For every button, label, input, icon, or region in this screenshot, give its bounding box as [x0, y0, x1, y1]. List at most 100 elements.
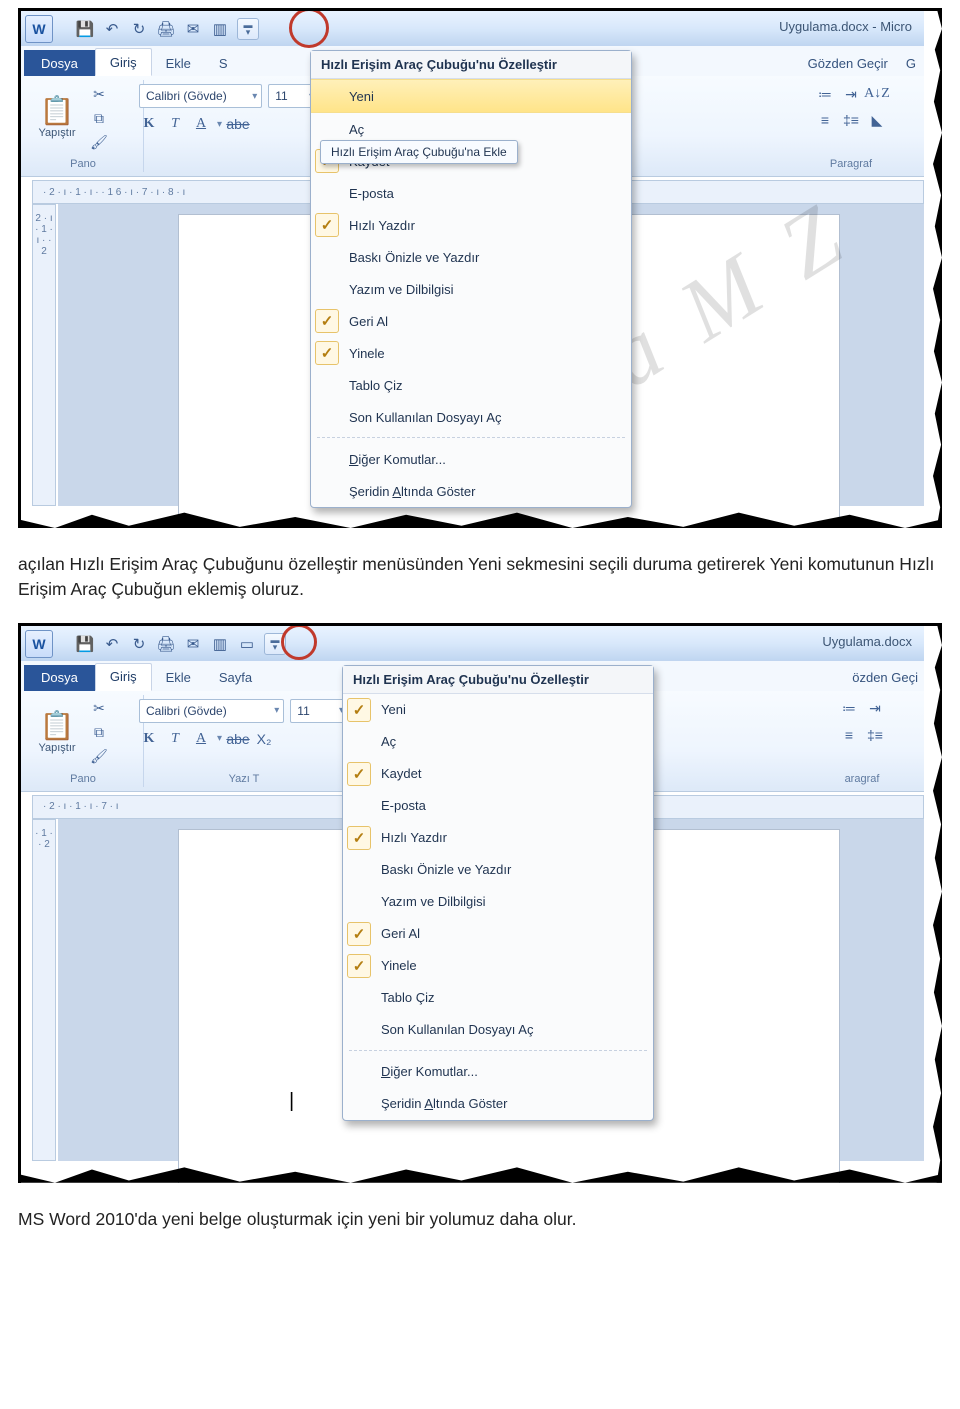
save-icon[interactable]: 💾 — [75, 634, 95, 654]
cut-icon[interactable]: ✂ — [89, 699, 109, 719]
strike-button[interactable]: abe — [228, 114, 248, 134]
format-painter-icon[interactable]: 🖌 — [89, 747, 109, 767]
cut-icon[interactable]: ✂ — [89, 84, 109, 104]
line-spacing-icon[interactable]: ‡≡ — [841, 110, 861, 130]
check-icon — [315, 373, 339, 397]
word-logo-button[interactable]: W — [25, 15, 53, 43]
paste-button[interactable]: 📋 Yapıştır — [31, 712, 83, 754]
qat-menu-item[interactable]: Yazım ve Dilbilgisi — [343, 886, 653, 918]
qat-menu-item[interactable]: ✓ Geri Al — [343, 918, 653, 950]
format-painter-icon[interactable]: 🖌 — [89, 132, 109, 152]
qat-menu-item[interactable]: ✓Geri Al — [311, 305, 631, 337]
print-icon[interactable]: 🖨 — [156, 634, 176, 654]
qat-menu-item[interactable]: ✓Hızlı Yazdır — [311, 209, 631, 241]
check-icon: ✓ — [347, 954, 371, 978]
insert-tab[interactable]: Ekle — [152, 665, 205, 691]
new-doc-icon[interactable]: ▭ — [237, 634, 257, 654]
review-tab[interactable]: Gözden Geçir — [798, 50, 898, 76]
mail-icon[interactable]: ✉ — [183, 634, 203, 654]
font-size-combo[interactable]: 11 — [290, 699, 349, 723]
paste-button[interactable]: 📋 Yapıştır — [31, 97, 83, 139]
qat-menu-item[interactable]: Baskı Önizle ve Yazdır — [311, 241, 631, 273]
check-icon — [347, 1018, 371, 1042]
last-tab[interactable]: G — [898, 50, 924, 76]
bold-button[interactable]: K — [139, 729, 159, 749]
mail-icon[interactable]: ✉ — [183, 19, 203, 39]
redo-icon[interactable]: ↻ — [129, 634, 149, 654]
clipboard-icon: 📋 — [40, 97, 75, 125]
print-icon[interactable]: 🖨 — [156, 19, 176, 39]
paste-label: Yapıştır — [38, 742, 75, 754]
indent-inc-icon[interactable]: ⇥ — [841, 84, 861, 104]
underline-button[interactable]: A — [191, 729, 211, 749]
qat-menu-item[interactable]: ✓Yinele — [343, 950, 653, 982]
qat-menu-item[interactable]: Tablo Çiz — [311, 369, 631, 401]
indent-inc-icon[interactable]: ⇥ — [865, 699, 885, 719]
check-icon — [347, 1060, 371, 1084]
font-name-combo[interactable]: Calibri (Gövde) — [139, 699, 284, 723]
qat-menu-item[interactable]: ✓Yeni — [343, 694, 653, 726]
qat-menu-item-label: Diğer Komutlar... — [349, 452, 446, 467]
undo-icon[interactable]: ↶ — [102, 634, 122, 654]
check-icon: ✓ — [347, 922, 371, 946]
bold-button[interactable]: K — [139, 114, 159, 134]
qat-customize-dropdown[interactable]: ▬▾ — [264, 633, 286, 655]
indent-dec-icon[interactable]: ≔ — [839, 699, 859, 719]
qat-menu-item[interactable]: Aç — [343, 726, 653, 758]
qat-menu-footer-item[interactable]: Diğer Komutlar... — [311, 443, 631, 475]
qat-menu-item[interactable]: ✓Kaydet — [343, 758, 653, 790]
doc-icon[interactable]: ▥ — [210, 634, 230, 654]
check-icon — [347, 1092, 371, 1116]
word-logo-button[interactable]: W — [25, 630, 53, 658]
copy-icon[interactable]: ⧉ — [89, 108, 109, 128]
text-cursor: | — [289, 1090, 294, 1113]
file-tab[interactable]: Dosya — [24, 50, 95, 76]
qat-menu-footer-item[interactable]: Şeridin Altında Göster — [343, 1088, 653, 1120]
qat-menu-item-label: Şeridin Altında Göster — [381, 1096, 507, 1111]
qat-menu-item[interactable]: Yeni — [311, 79, 631, 113]
underline-button[interactable]: A — [191, 114, 211, 134]
qat-menu-item[interactable]: Son Kullanılan Dosyayı Aç — [343, 1014, 653, 1046]
qat-menu-item[interactable]: Yazım ve Dilbilgisi — [311, 273, 631, 305]
home-tab[interactable]: Giriş — [95, 48, 152, 76]
qat-menu-item[interactable]: E-posta — [311, 177, 631, 209]
copy-icon[interactable]: ⧉ — [89, 723, 109, 743]
fill-icon[interactable]: ◣ — [867, 110, 887, 130]
indent-dec-icon[interactable]: ≔ — [815, 84, 835, 104]
qat-menu-title: Hızlı Erişim Araç Çubuğu'nu Özelleştir — [343, 666, 653, 694]
check-icon — [315, 181, 339, 205]
review-tab[interactable]: özden Geçi — [846, 665, 924, 691]
strike-button[interactable]: abe — [228, 729, 248, 749]
subscript-button[interactable]: X₂ — [254, 729, 274, 749]
qat-menu-footer-item[interactable]: Şeridin Altında Göster — [311, 475, 631, 507]
qat-customize-dropdown[interactable]: ▬▾ — [237, 18, 259, 40]
redo-icon[interactable]: ↻ — [129, 19, 149, 39]
qat-menu-item-label: Geri Al — [381, 926, 420, 941]
italic-button[interactable]: T — [165, 729, 185, 749]
page-tab[interactable]: S — [205, 50, 242, 76]
qat-menu-footer-item[interactable]: Diğer Komutlar... — [343, 1056, 653, 1088]
file-tab[interactable]: Dosya — [24, 665, 95, 691]
qat-menu-item[interactable]: ✓Hızlı Yazdır — [343, 822, 653, 854]
italic-button[interactable]: T — [165, 114, 185, 134]
undo-icon[interactable]: ↶ — [102, 19, 122, 39]
align-justify-icon[interactable]: ≡ — [815, 110, 835, 130]
qat-menu-item-label: Son Kullanılan Dosyayı Aç — [381, 1022, 533, 1037]
qat-menu-item[interactable]: Son Kullanılan Dosyayı Aç — [311, 401, 631, 433]
qat-menu-item[interactable]: Baskı Önizle ve Yazdır — [343, 854, 653, 886]
page-tab[interactable]: Sayfa — [205, 665, 266, 691]
tooltip-add-to-qat: Hızlı Erişim Araç Çubuğu'na Ekle — [320, 140, 518, 164]
check-icon — [347, 986, 371, 1010]
qat-menu-item[interactable]: Tablo Çiz — [343, 982, 653, 1014]
doc-icon[interactable]: ▥ — [210, 19, 230, 39]
sort-az-icon[interactable]: A↓Z — [867, 84, 887, 104]
line-spacing-icon[interactable]: ‡≡ — [865, 725, 885, 745]
qat-menu-item[interactable]: ✓Yinele — [311, 337, 631, 369]
align-justify-icon[interactable]: ≡ — [839, 725, 859, 745]
qat-menu-item[interactable]: E-posta — [343, 790, 653, 822]
save-icon[interactable]: 💾 — [75, 19, 95, 39]
insert-tab[interactable]: Ekle — [152, 50, 205, 76]
home-tab[interactable]: Giriş — [95, 663, 152, 691]
paste-label: Yapıştır — [38, 127, 75, 139]
font-name-combo[interactable]: Calibri (Gövde) — [139, 84, 262, 108]
